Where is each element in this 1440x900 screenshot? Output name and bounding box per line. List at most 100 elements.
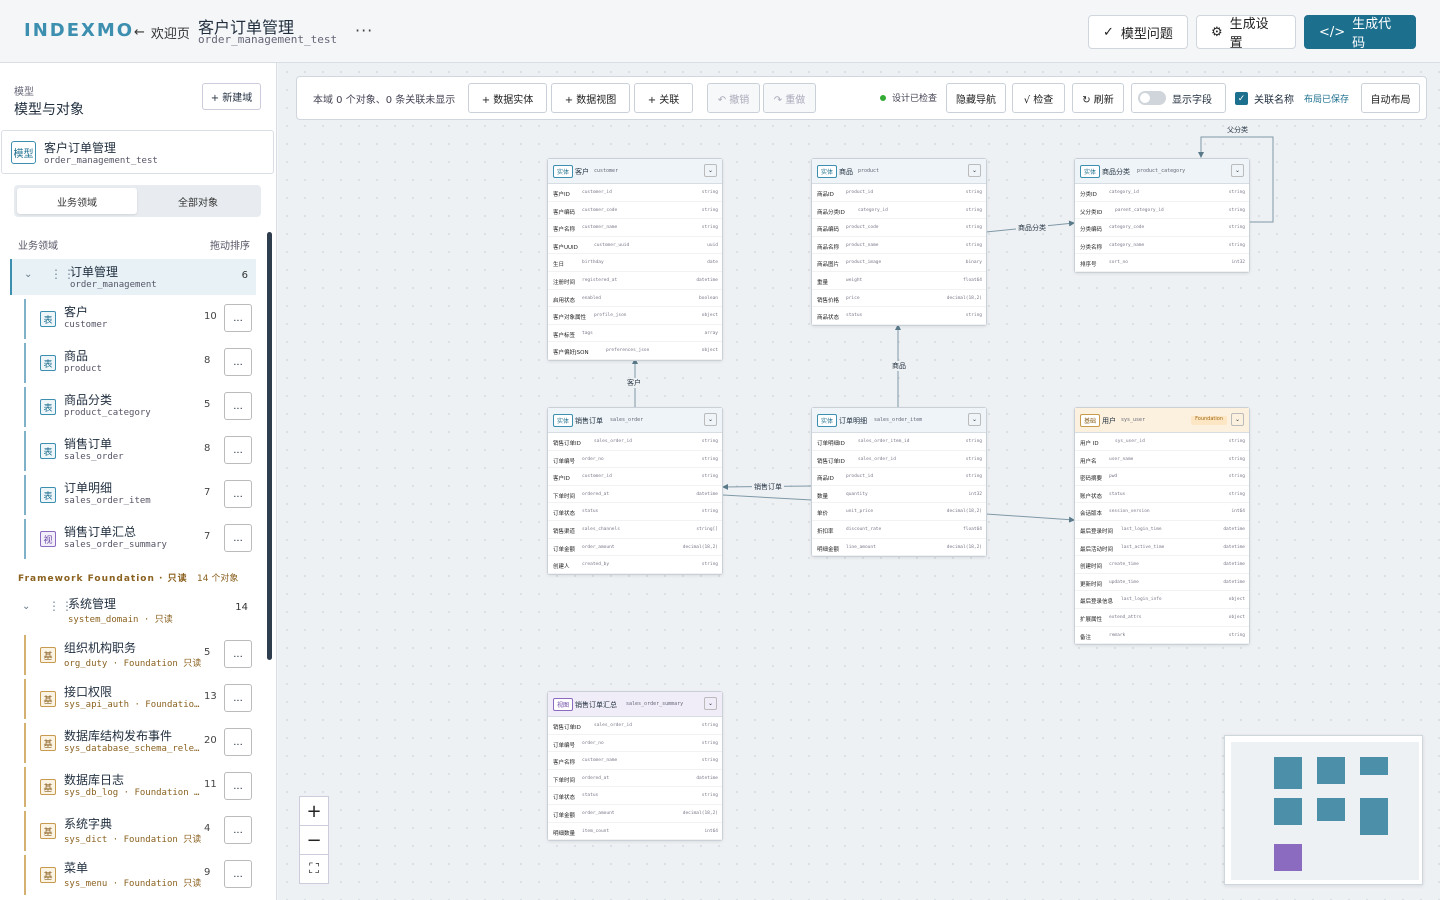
field-row[interactable]: 客户标签 tags array bbox=[548, 325, 722, 343]
field-row[interactable]: 分类名称 category_name string bbox=[1075, 237, 1249, 255]
field-row[interactable]: 商品编码 product_code string bbox=[812, 219, 986, 237]
entity-menu-button[interactable]: ... bbox=[224, 728, 252, 756]
entity-card-item[interactable]: 实体 订单明细 sales_order_item ⌄ 订单明细ID sales_… bbox=[811, 407, 987, 558]
field-row[interactable]: 数量 quantity int32 bbox=[812, 486, 986, 504]
foundation-entity-row[interactable]: 基 数据库日志 sys_db_log · Foundation … 11 ... bbox=[24, 767, 256, 807]
field-row[interactable]: 客户ID customer_id string bbox=[548, 184, 722, 202]
field-row[interactable]: 订单编号 order_no string bbox=[548, 451, 722, 469]
entity-card-summary[interactable]: 视图 销售订单汇总 sales_order_summary ⌄ 销售订单ID s… bbox=[547, 691, 723, 842]
chevron-down-icon[interactable]: ⌄ bbox=[968, 164, 981, 177]
field-row[interactable]: 销售渠道 sales_channels string[] bbox=[548, 521, 722, 539]
field-row[interactable]: 分类编码 category_code string bbox=[1075, 219, 1249, 237]
field-row[interactable]: 商品ID product_id string bbox=[812, 184, 986, 202]
field-row[interactable]: 密码摘要 pwd string bbox=[1075, 468, 1249, 486]
field-row[interactable]: 账户状态 status string bbox=[1075, 486, 1249, 504]
field-row[interactable]: 客户编码 customer_code string bbox=[548, 202, 722, 220]
field-row[interactable]: 用户名 user_name string bbox=[1075, 451, 1249, 469]
foundation-entity-row[interactable]: 基 组织机构职务 org_duty · Foundation 只读 5 ... bbox=[24, 635, 256, 675]
entity-menu-button[interactable]: ... bbox=[224, 816, 252, 844]
field-row[interactable]: 分类ID category_id string bbox=[1075, 184, 1249, 202]
entity-menu-button[interactable]: ... bbox=[224, 684, 252, 712]
entity-row[interactable]: 视 销售订单汇总 sales_order_summary 7 ... bbox=[24, 519, 256, 559]
minimap[interactable] bbox=[1224, 735, 1423, 885]
back-link[interactable]: ← 欢迎页 bbox=[134, 23, 190, 42]
model-issues-button[interactable]: ✓ 模型问题 bbox=[1088, 15, 1188, 49]
entity-card-category[interactable]: 实体 商品分类 product_category ⌄ 分类ID category… bbox=[1074, 158, 1250, 273]
entity-menu-button[interactable]: ... bbox=[224, 436, 252, 464]
chevron-down-icon[interactable]: ⌄ bbox=[1231, 164, 1244, 177]
entity-menu-button[interactable]: ... bbox=[224, 480, 252, 508]
field-row[interactable]: 销售订单ID sales_order_id string bbox=[548, 433, 722, 451]
field-row[interactable]: 商品分类ID category_id string bbox=[812, 202, 986, 220]
field-row[interactable]: 订单明细ID sales_order_item_id string bbox=[812, 433, 986, 451]
field-row[interactable]: 客户对象属性 profile_json object bbox=[548, 307, 722, 325]
generate-settings-button[interactable]: ⚙ 生成设置 bbox=[1196, 15, 1296, 51]
sidebar-scrollbar[interactable] bbox=[267, 232, 272, 660]
field-row[interactable]: 客户偏好JSON preferences_json object bbox=[548, 342, 722, 360]
chevron-down-icon[interactable]: ⌄ bbox=[24, 269, 32, 280]
entity-menu-button[interactable]: ... bbox=[224, 348, 252, 376]
chevron-down-icon[interactable]: ⌄ bbox=[704, 164, 717, 177]
field-row[interactable]: 备注 remark string bbox=[1075, 627, 1249, 645]
entity-row[interactable]: 表 销售订单 sales_order 8 ... bbox=[24, 431, 256, 471]
field-row[interactable]: 重量 weight float64 bbox=[812, 272, 986, 290]
diagram-canvas[interactable]: 本域 0 个对象、0 条关联未显示 + 数据实体 + 数据视图 + 关联 ↶ 撤… bbox=[278, 63, 1440, 900]
chevron-down-icon[interactable]: ⌄ bbox=[704, 697, 717, 710]
app-logo[interactable]: INDEXMO bbox=[24, 20, 134, 41]
field-row[interactable]: 创建人 created_by string bbox=[548, 556, 722, 574]
field-row[interactable]: 明细数量 item_count int64 bbox=[548, 823, 722, 841]
chevron-down-icon[interactable]: ⌄ bbox=[968, 413, 981, 426]
field-row[interactable]: 商品图片 product_image binary bbox=[812, 254, 986, 272]
field-row[interactable]: 明细金额 line_amount decimal(18,2) bbox=[812, 539, 986, 557]
domain-row-order-management[interactable]: ⌄ ⋮⋮ 订单管理 order_management 6 bbox=[10, 259, 256, 295]
new-domain-button[interactable]: + 新建域 bbox=[202, 83, 261, 110]
field-row[interactable]: 订单状态 status string bbox=[548, 503, 722, 521]
foundation-entity-row[interactable]: 基 系统字典 sys_dict · Foundation 只读 4 ... bbox=[24, 811, 256, 851]
entity-card-product[interactable]: 实体 商品 product ⌄ 商品ID product_id string 商… bbox=[811, 158, 987, 326]
card-header[interactable]: 基础 用户 sys_user Foundation ⌄ bbox=[1075, 408, 1249, 433]
field-row[interactable]: 注册时间 registered_at datetime bbox=[548, 272, 722, 290]
field-row[interactable]: 商品状态 status string bbox=[812, 307, 986, 325]
field-row[interactable]: 客户UUID customer_uuid uuid bbox=[548, 237, 722, 255]
domain-row-system[interactable]: ⌄ ⋮⋮ 系统管理 system_domain · 只读 14 bbox=[10, 591, 256, 627]
field-row[interactable]: 最后登录信息 last_login_info object bbox=[1075, 591, 1249, 609]
field-row[interactable]: 会话版本 session_version int64 bbox=[1075, 503, 1249, 521]
field-row[interactable]: 客户名称 customer_name string bbox=[548, 219, 722, 237]
field-row[interactable]: 排序号 sort_no int32 bbox=[1075, 254, 1249, 272]
field-row[interactable]: 商品ID product_id string bbox=[812, 468, 986, 486]
chevron-down-icon[interactable]: ⌄ bbox=[704, 413, 717, 426]
more-menu-button[interactable]: ··· bbox=[355, 21, 373, 40]
entity-menu-button[interactable]: ... bbox=[224, 640, 252, 668]
foundation-entity-row[interactable]: 基 数据库结构发布事件 sys_database_schema_rele… 20… bbox=[24, 723, 256, 763]
entity-card-customer[interactable]: 实体 客户 customer ⌄ 客户ID customer_id string… bbox=[547, 158, 723, 361]
entity-row[interactable]: 表 客户 customer 10 ... bbox=[24, 299, 256, 339]
foundation-entity-row[interactable]: 基 菜单 sys_menu · Foundation 只读 9 ... bbox=[24, 855, 256, 895]
entity-card-order[interactable]: 实体 销售订单 sales_order ⌄ 销售订单ID sales_order… bbox=[547, 407, 723, 575]
field-row[interactable]: 订单金额 order_amount decimal(18,2) bbox=[548, 539, 722, 557]
model-card[interactable]: 模型 客户订单管理 order_management_test bbox=[1, 130, 274, 174]
field-row[interactable]: 折扣率 discount_rate float64 bbox=[812, 521, 986, 539]
field-row[interactable]: 销售订单ID sales_order_id string bbox=[812, 451, 986, 469]
tab-business-domains[interactable]: 业务领域 bbox=[17, 188, 137, 214]
field-row[interactable]: 商品名称 product_name string bbox=[812, 237, 986, 255]
field-row[interactable]: 下单时间 ordered_at datetime bbox=[548, 486, 722, 504]
field-row[interactable]: 客户名称 customer_name string bbox=[548, 752, 722, 770]
entity-menu-button[interactable]: ... bbox=[224, 860, 252, 888]
edge-item-user[interactable] bbox=[985, 513, 1075, 523]
field-row[interactable]: 用户 ID sys_user_id string bbox=[1075, 433, 1249, 451]
field-row[interactable]: 扩展属性 extend_attrs object bbox=[1075, 609, 1249, 627]
card-header[interactable]: 实体 商品分类 product_category ⌄ bbox=[1075, 159, 1249, 184]
card-header[interactable]: 视图 销售订单汇总 sales_order_summary ⌄ bbox=[548, 692, 722, 717]
field-row[interactable]: 销售订单ID sales_order_id string bbox=[548, 717, 722, 735]
zoom-out-button[interactable]: − bbox=[299, 825, 329, 855]
chevron-down-icon[interactable]: ⌄ bbox=[22, 601, 30, 612]
field-row[interactable]: 更新时间 update_time datetime bbox=[1075, 574, 1249, 592]
tab-all-objects[interactable]: 全部对象 bbox=[138, 188, 258, 214]
fit-view-button[interactable]: ⛶ bbox=[299, 854, 329, 884]
chevron-down-icon[interactable]: ⌄ bbox=[1231, 413, 1244, 426]
field-row[interactable]: 启用状态 enabled boolean bbox=[548, 290, 722, 308]
field-row[interactable]: 客户ID customer_id string bbox=[548, 468, 722, 486]
field-row[interactable]: 最后活动时间 last_active_time datetime bbox=[1075, 539, 1249, 557]
entity-row[interactable]: 表 商品 product 8 ... bbox=[24, 343, 256, 383]
entity-card-user[interactable]: 基础 用户 sys_user Foundation ⌄ 用户 ID sys_us… bbox=[1074, 407, 1250, 646]
